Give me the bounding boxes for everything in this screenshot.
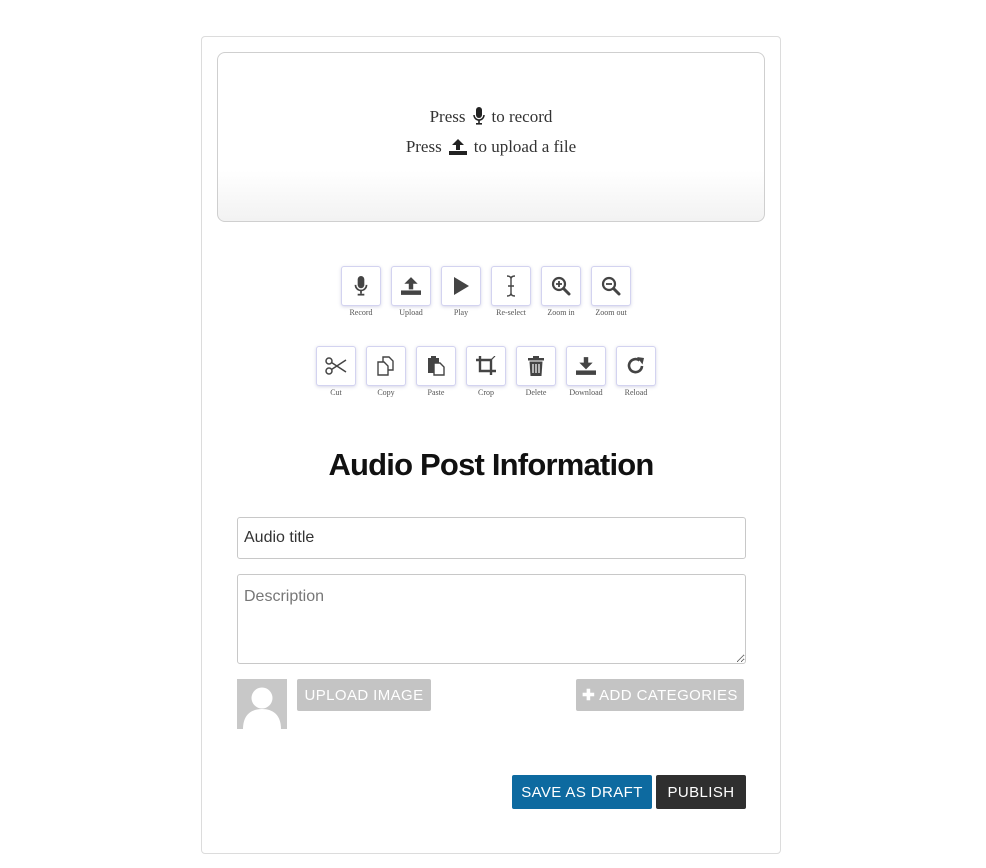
- record-button[interactable]: [341, 266, 381, 306]
- trash-icon: [528, 356, 544, 376]
- play-tool[interactable]: Play: [441, 266, 481, 317]
- record-tool[interactable]: Record: [341, 266, 381, 317]
- play-icon: [454, 277, 469, 295]
- microphone-icon: [354, 276, 368, 296]
- text-cursor-icon: [506, 275, 516, 297]
- paste-icon: [428, 356, 445, 376]
- cut-button[interactable]: [316, 346, 356, 386]
- cut-tool[interactable]: Cut: [316, 346, 356, 397]
- crop-button[interactable]: [466, 346, 506, 386]
- download-icon: [576, 357, 596, 375]
- user-silhouette-icon: [243, 687, 281, 729]
- upload-tool[interactable]: Upload: [391, 266, 431, 317]
- zoom-in-icon: [551, 276, 571, 296]
- publish-button[interactable]: PUBLISH: [656, 775, 746, 809]
- add-categories-button[interactable]: ✚ ADD CATEGORIES: [576, 679, 744, 711]
- save-as-draft-button[interactable]: SAVE AS DRAFT: [512, 775, 652, 809]
- delete-button[interactable]: [516, 346, 556, 386]
- copy-tool[interactable]: Copy: [366, 346, 406, 397]
- reload-icon: [627, 357, 644, 374]
- reselect-tool[interactable]: Re-select: [491, 266, 531, 317]
- paste-tool[interactable]: Paste: [416, 346, 456, 397]
- reselect-button[interactable]: [491, 266, 531, 306]
- delete-tool[interactable]: Delete: [516, 346, 556, 397]
- audio-post-panel: Press to record Press to upload a file Rec…: [201, 36, 781, 854]
- recorder-display: Press to record Press to upload a file: [217, 52, 765, 222]
- record-prompt: Press to record: [429, 107, 553, 126]
- zoom-out-icon: [601, 276, 621, 296]
- upload-icon: [448, 139, 467, 155]
- crop-icon: [476, 356, 496, 375]
- zoom-out-button[interactable]: [591, 266, 631, 306]
- copy-button[interactable]: [366, 346, 406, 386]
- reload-button[interactable]: [616, 346, 656, 386]
- play-button[interactable]: [441, 266, 481, 306]
- plus-icon: ✚: [582, 687, 596, 704]
- reload-label: Reload: [624, 388, 648, 397]
- crop-tool[interactable]: Crop: [466, 346, 506, 397]
- upload-prompt: Press to upload a file: [405, 137, 577, 156]
- zoom-in-tool[interactable]: Zoom in: [541, 266, 581, 317]
- zoom-out-tool[interactable]: Zoom out: [591, 266, 631, 317]
- scissors-icon: [325, 357, 347, 375]
- upload-icon: [401, 277, 421, 295]
- upload-image-button[interactable]: UPLOAD IMAGE: [297, 679, 431, 711]
- upload-button[interactable]: [391, 266, 431, 306]
- zoom-out-label: Zoom out: [595, 308, 627, 317]
- audio-title-input[interactable]: [237, 517, 746, 559]
- add-categories-label: ADD CATEGORIES: [599, 686, 738, 704]
- reload-tool[interactable]: Reload: [616, 346, 656, 397]
- download-tool[interactable]: Download: [566, 346, 606, 397]
- form-heading: Audio Post Information: [328, 447, 654, 482]
- zoom-in-button[interactable]: [541, 266, 581, 306]
- paste-button[interactable]: [416, 346, 456, 386]
- copy-icon: [377, 356, 394, 376]
- image-placeholder: [237, 679, 287, 729]
- description-field[interactable]: [237, 574, 746, 664]
- microphone-icon: [472, 107, 485, 125]
- download-button[interactable]: [566, 346, 606, 386]
